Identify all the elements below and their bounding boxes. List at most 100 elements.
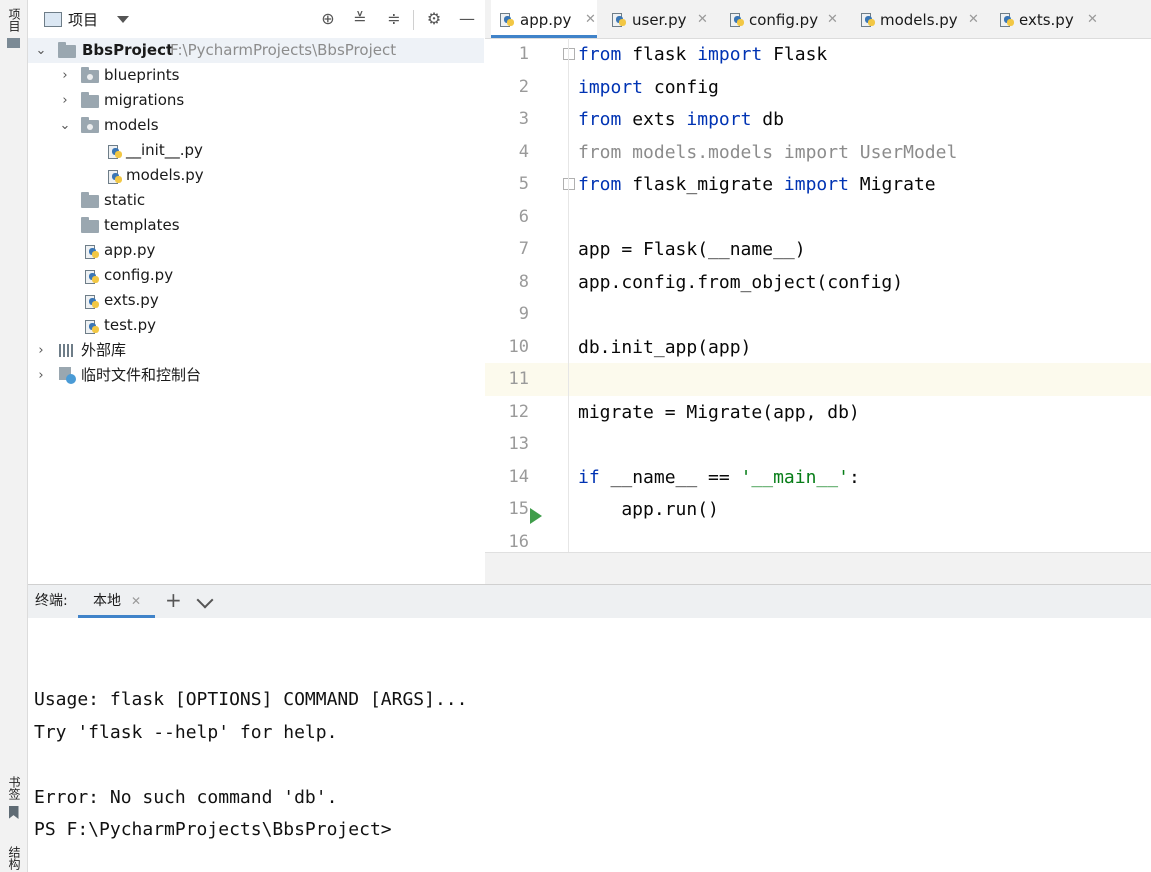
- tree-item-app-py[interactable]: app.py: [28, 238, 484, 263]
- tree-item-static[interactable]: static: [28, 188, 484, 213]
- left-tool-strip: 项目 书签 结构: [0, 0, 28, 872]
- bookmark-icon: [8, 806, 19, 819]
- line-number: 9: [518, 304, 529, 324]
- line-number: 14: [508, 467, 529, 487]
- tree-item-migrations[interactable]: › migrations: [28, 88, 484, 113]
- add-terminal-icon[interactable]: +: [165, 585, 182, 616]
- tree-item-root[interactable]: ⌄ BbsProject F:\PycharmProjects\BbsProje…: [28, 38, 484, 63]
- project-tool-tab[interactable]: 项目: [0, 8, 27, 48]
- tree-item-models-py[interactable]: models.py: [28, 163, 484, 188]
- chevron-right-icon[interactable]: ›: [58, 63, 72, 88]
- code-line: from models.models import UserModel: [578, 142, 958, 163]
- tree-item-label: exts.py: [104, 291, 159, 309]
- tree-item-init-py[interactable]: __init__.py: [28, 138, 484, 163]
- expand-all-icon[interactable]: ≚: [351, 10, 369, 28]
- terminal-prompt: PS F:\PycharmProjects\BbsProject>: [34, 819, 392, 840]
- terminal-line: Error: No such command 'db'.: [34, 787, 338, 808]
- python-file-icon: [729, 11, 745, 27]
- tree-item-exts-py[interactable]: exts.py: [28, 288, 484, 313]
- settings-icon[interactable]: ⚙: [425, 10, 443, 28]
- chevron-down-icon[interactable]: ⌄: [34, 38, 48, 63]
- tab-models-py[interactable]: models.py ✕: [854, 0, 982, 38]
- tab-exts-py[interactable]: exts.py ✕: [995, 0, 1099, 38]
- tab-user-py[interactable]: user.py ✕: [603, 0, 711, 38]
- line-number: 1: [518, 44, 529, 64]
- terminal-tab-label: 本地: [93, 593, 121, 609]
- tree-item-templates[interactable]: templates: [28, 213, 484, 238]
- python-file-icon: [499, 11, 515, 27]
- chevron-right-icon[interactable]: ›: [34, 363, 48, 388]
- python-file-icon: [84, 243, 100, 259]
- close-icon[interactable]: ✕: [968, 0, 979, 40]
- terminal-tab-local[interactable]: 本地 ✕: [78, 585, 155, 618]
- chevron-right-icon[interactable]: ›: [34, 338, 48, 363]
- tree-item-external-libraries[interactable]: › 外部库: [28, 338, 484, 363]
- tab-label: app.py: [520, 11, 572, 29]
- line-number: 12: [508, 402, 529, 422]
- tree-item-label: app.py: [104, 241, 156, 259]
- close-icon[interactable]: ✕: [827, 0, 838, 40]
- tree-item-label: config.py: [104, 266, 174, 284]
- terminal-header: 终端: 本地 ✕ +: [28, 584, 1151, 619]
- tree-item-label: templates: [104, 216, 180, 234]
- folder-icon: [81, 92, 99, 108]
- line-number: 8: [518, 272, 529, 292]
- tree-item-scratches[interactable]: › 临时文件和控制台: [28, 363, 484, 388]
- code-line: app.config.from_object(config): [578, 272, 904, 293]
- python-file-icon: [860, 11, 876, 27]
- close-icon[interactable]: ✕: [585, 0, 596, 40]
- terminal-label: 终端:: [35, 593, 68, 609]
- editor-gutter: 1 2 3 4 5 6 7 8 9 10 11 12 13 14 15 16: [485, 38, 575, 552]
- tree-item-label: migrations: [104, 91, 185, 109]
- python-file-icon: [84, 318, 100, 334]
- tree-item-label: blueprints: [104, 66, 180, 84]
- tree-item-label: 外部库: [81, 341, 127, 359]
- bookmarks-tool-label: 书签: [7, 776, 21, 800]
- tab-config-py[interactable]: config.py ✕: [723, 0, 841, 38]
- run-gutter-icon[interactable]: [530, 508, 542, 524]
- code-line: db.init_app(app): [578, 337, 752, 358]
- tab-label: user.py: [632, 11, 687, 29]
- tree-item-blueprints[interactable]: › blueprints: [28, 63, 484, 88]
- tree-item-config-py[interactable]: config.py: [28, 263, 484, 288]
- terminal-line: Try 'flask --help' for help.: [34, 722, 338, 743]
- line-number: 13: [508, 434, 529, 454]
- tab-app-py[interactable]: app.py ✕: [491, 0, 597, 38]
- code-line: from exts import db: [578, 109, 784, 130]
- view-dropdown-icon[interactable]: [117, 16, 129, 23]
- structure-tool-label: 结构: [7, 846, 21, 870]
- divider: [413, 10, 414, 30]
- line-number: 4: [518, 142, 529, 162]
- tree-item-label: BbsProject: [82, 41, 174, 59]
- line-number: 3: [518, 109, 529, 129]
- line-number: 6: [518, 207, 529, 227]
- close-icon[interactable]: ✕: [697, 0, 708, 40]
- tab-label: models.py: [880, 11, 958, 29]
- terminal-line: Usage: flask [OPTIONS] COMMAND [ARGS]...: [34, 689, 468, 710]
- close-icon[interactable]: ✕: [131, 585, 141, 617]
- tree-item-label: models: [104, 116, 159, 134]
- code-line: if __name__ == '__main__':: [578, 467, 860, 488]
- line-number: 5: [518, 174, 529, 194]
- chevron-down-icon[interactable]: [196, 591, 214, 609]
- python-file-icon: [84, 293, 100, 309]
- locate-icon[interactable]: ⊕: [319, 10, 337, 28]
- hide-icon[interactable]: —: [458, 10, 476, 28]
- chevron-right-icon[interactable]: ›: [58, 88, 72, 113]
- terminal-output[interactable]: Usage: flask [OPTIONS] COMMAND [ARGS]...…: [28, 618, 1151, 872]
- tree-item-models[interactable]: ⌄ models: [28, 113, 484, 138]
- close-icon[interactable]: ✕: [1087, 0, 1098, 40]
- chevron-down-icon[interactable]: ⌄: [58, 113, 72, 138]
- package-folder-icon: [81, 117, 99, 133]
- code-editor[interactable]: from flask import Flask import config fr…: [569, 38, 1151, 552]
- tab-label: exts.py: [1019, 11, 1074, 29]
- line-number: 15: [508, 499, 529, 519]
- folder-icon: [81, 192, 99, 208]
- code-line: from flask import Flask: [578, 44, 828, 65]
- bookmarks-tool-tab[interactable]: 书签: [0, 776, 27, 819]
- tree-item-test-py[interactable]: test.py: [28, 313, 484, 338]
- project-panel-title[interactable]: 项目: [68, 0, 98, 40]
- collapse-all-icon[interactable]: ≑: [385, 10, 403, 28]
- structure-tool-tab[interactable]: 结构: [0, 846, 27, 870]
- tree-item-label: 临时文件和控制台: [81, 366, 202, 384]
